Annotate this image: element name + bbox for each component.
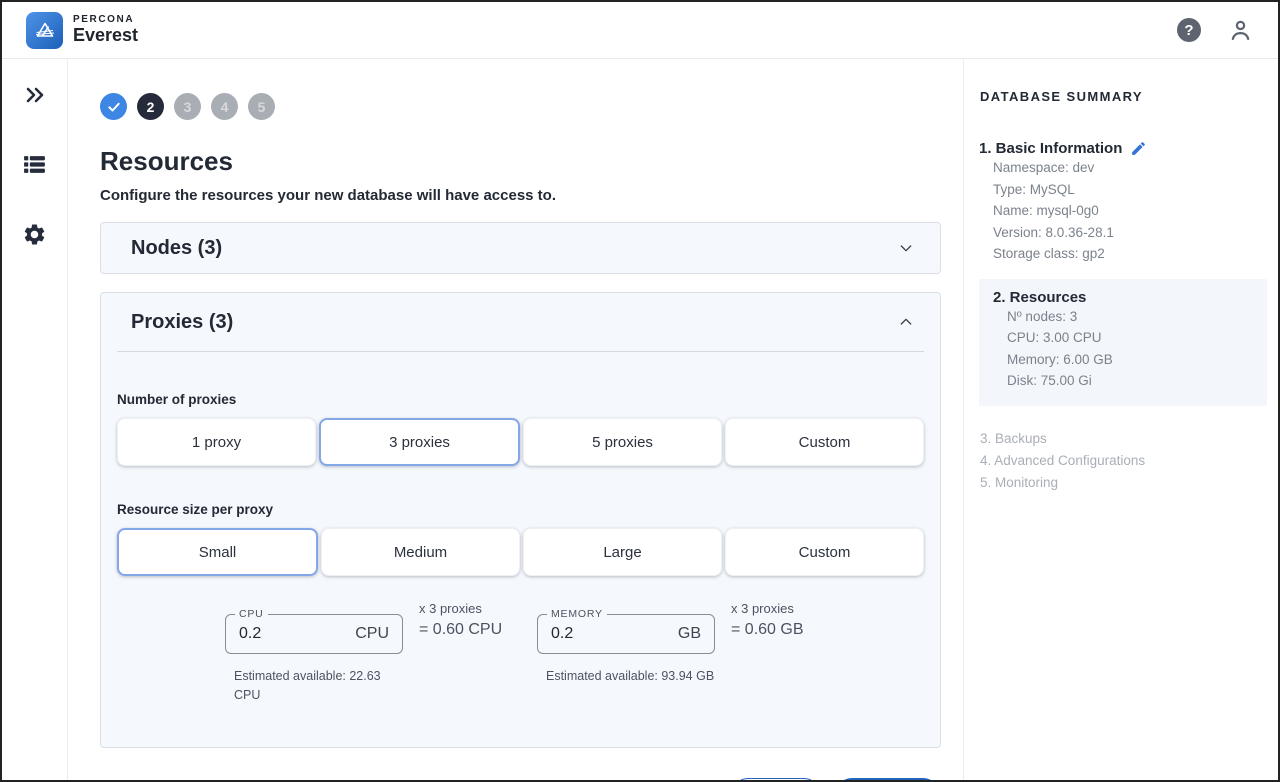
memory-unit-suffix: GB xyxy=(678,625,701,643)
cpu-input-label: CPU xyxy=(235,608,268,620)
summary-version: Version: 8.0.36-28.1 xyxy=(993,222,1278,244)
brand-logo[interactable]: PERCONA Everest xyxy=(26,12,138,49)
help-icon[interactable]: ? xyxy=(1177,18,1201,42)
basic-info-title: 1. Basic Information xyxy=(979,140,1122,157)
wizard-main: 2 3 4 5 Resources Configure the resource… xyxy=(68,59,963,780)
proxies-accordion-content: Number of proxies 1 proxy 3 proxies 5 pr… xyxy=(101,392,940,747)
resource-size-label: Resource size per proxy xyxy=(117,502,924,517)
footer-action-buttons: Cancel Continue xyxy=(730,778,941,782)
summary-resources-highlighted: 2. Resources Nº nodes: 3 CPU: 3.00 CPU M… xyxy=(979,279,1267,406)
cpu-group: CPU CPU Estimated available: 22.63 CPU xyxy=(225,614,403,705)
nodes-accordion-header[interactable]: Nodes (3) xyxy=(101,223,940,273)
memory-multiplier: x 3 proxies = 0.60 GB xyxy=(731,601,827,692)
proxies-accordion: Proxies (3) Number of proxies 1 proxy 3 … xyxy=(100,292,941,748)
summary-step-backups: 3. Backups xyxy=(980,428,1278,450)
cpu-multiplier-label: x 3 proxies xyxy=(419,601,515,616)
topbar-actions: ? xyxy=(1177,17,1254,44)
size-option-custom[interactable]: Custom xyxy=(725,528,924,576)
chevron-down-icon xyxy=(898,240,914,256)
proxies-accordion-title: Proxies (3) xyxy=(131,311,233,334)
cpu-total: = 0.60 CPU xyxy=(419,621,515,639)
summary-basic-information: 1. Basic Information Namespace: dev Type… xyxy=(964,140,1278,265)
size-option-medium[interactable]: Medium xyxy=(321,528,520,576)
proxy-option-3-selected[interactable]: 3 proxies xyxy=(319,418,520,466)
wizard-stepper: 2 3 4 5 xyxy=(100,93,941,120)
proxy-option-1[interactable]: 1 proxy xyxy=(117,418,316,466)
memory-group: MEMORY GB Estimated available: 93.94 GB xyxy=(537,614,715,705)
summary-n-nodes: Nº nodes: 3 xyxy=(1007,306,1267,328)
summary-name: Name: mysql-0g0 xyxy=(993,200,1278,222)
brand-everest: Everest xyxy=(73,26,138,45)
memory-input-box: MEMORY GB xyxy=(537,614,715,654)
left-nav-rail xyxy=(2,59,68,780)
databases-list-icon[interactable] xyxy=(22,152,47,182)
app-window: PERCONA Everest ? xyxy=(0,0,1280,782)
proxy-option-custom[interactable]: Custom xyxy=(725,418,924,466)
divider xyxy=(117,351,924,352)
memory-multiplier-label: x 3 proxies xyxy=(731,601,827,616)
cpu-multiplier: x 3 proxies = 0.60 CPU xyxy=(419,601,515,692)
step-4[interactable]: 4 xyxy=(211,93,238,120)
cpu-estimated-available: Estimated available: 22.63 CPU xyxy=(234,667,404,705)
step-5[interactable]: 5 xyxy=(248,93,275,120)
resource-size-toggle-group: Small Medium Large Custom xyxy=(117,528,924,576)
size-option-large[interactable]: Large xyxy=(523,528,722,576)
cpu-input[interactable] xyxy=(239,625,329,643)
cancel-button[interactable]: Cancel xyxy=(730,778,822,782)
summary-type: Type: MySQL xyxy=(993,179,1278,201)
page-title: Resources xyxy=(100,146,941,177)
step-1-done[interactable] xyxy=(100,93,127,120)
summary-heading: DATABASE SUMMARY xyxy=(980,89,1278,104)
wizard-footer: Previous Cancel Continue xyxy=(100,778,941,782)
everest-logo-icon xyxy=(26,12,63,49)
summary-disabled-steps: 3. Backups 4. Advanced Configurations 5.… xyxy=(980,428,1278,494)
summary-storage-class: Storage class: gp2 xyxy=(993,243,1278,265)
memory-input-label: MEMORY xyxy=(547,608,607,620)
step-3[interactable]: 3 xyxy=(174,93,201,120)
summary-step-monitoring: 5. Monitoring xyxy=(980,472,1278,494)
database-summary-sidebar: DATABASE SUMMARY 1. Basic Information Na… xyxy=(963,59,1278,780)
nodes-accordion-title: Nodes (3) xyxy=(131,237,222,260)
summary-namespace: Namespace: dev xyxy=(993,157,1278,179)
proxy-option-5[interactable]: 5 proxies xyxy=(523,418,722,466)
brand-text: PERCONA Everest xyxy=(73,15,138,44)
resource-inputs-row: CPU CPU Estimated available: 22.63 CPU x… xyxy=(225,614,924,705)
memory-input[interactable] xyxy=(551,625,641,643)
memory-estimated-available: Estimated available: 93.94 GB xyxy=(546,667,716,686)
edit-pencil-icon[interactable] xyxy=(1130,140,1147,157)
expand-sidebar-icon[interactable] xyxy=(23,83,47,112)
size-option-small-selected[interactable]: Small xyxy=(117,528,318,576)
summary-disk: Disk: 75.00 Gi xyxy=(1007,370,1267,392)
cpu-input-box: CPU CPU xyxy=(225,614,403,654)
page-subtitle: Configure the resources your new databas… xyxy=(100,187,941,204)
number-of-proxies-label: Number of proxies xyxy=(117,392,924,407)
summary-step-advanced-configurations: 4. Advanced Configurations xyxy=(980,450,1278,472)
summary-memory: Memory: 6.00 GB xyxy=(1007,349,1267,371)
step-2-active[interactable]: 2 xyxy=(137,93,164,120)
user-profile-icon[interactable] xyxy=(1227,17,1254,44)
settings-gear-icon[interactable] xyxy=(22,222,47,252)
summary-cpu: CPU: 3.00 CPU xyxy=(1007,327,1267,349)
memory-total: = 0.60 GB xyxy=(731,621,827,639)
continue-button[interactable]: Continue xyxy=(834,778,941,782)
nodes-accordion: Nodes (3) xyxy=(100,222,941,274)
proxies-accordion-header[interactable]: Proxies (3) xyxy=(101,293,940,351)
cpu-unit-suffix: CPU xyxy=(355,625,389,643)
chevron-up-icon xyxy=(898,314,914,330)
proxy-count-toggle-group: 1 proxy 3 proxies 5 proxies Custom xyxy=(117,418,924,466)
resources-summary-title: 2. Resources xyxy=(993,289,1086,306)
top-bar: PERCONA Everest ? xyxy=(2,2,1278,59)
